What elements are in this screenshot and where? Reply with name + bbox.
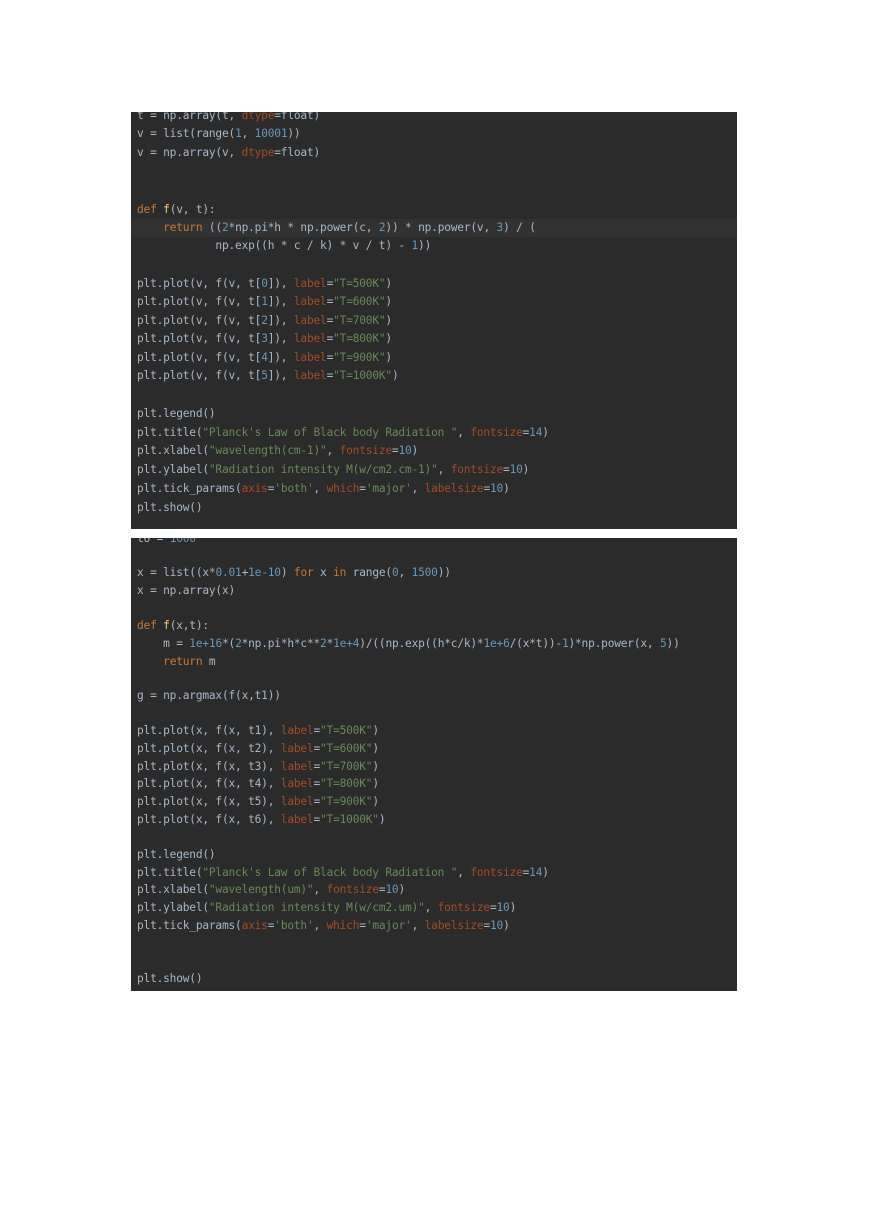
code-line[interactable]: v = np.array(v, dtype=float)	[137, 146, 320, 160]
code-line[interactable]: plt.plot(x, f(x, t4), label="T=800K")	[137, 777, 379, 791]
code-line[interactable]: plt.plot(v, f(v, t[1]), label="T=600K")	[137, 295, 392, 309]
code-editor-panel-top[interactable]: t = np.array(t, dtype=float) v = list(ran…	[131, 112, 737, 529]
code-line[interactable]: plt.plot(v, f(v, t[0]), label="T=500K")	[137, 277, 392, 291]
code-line[interactable]: t6 = 1000	[137, 538, 196, 546]
code-line[interactable]: np.exp((h * c / k) * v / t) - 1))	[137, 239, 431, 253]
code-line[interactable]: v = list(range(1, 10001))	[137, 127, 301, 141]
code-line[interactable]: plt.plot(x, f(x, t3), label="T=700K")	[137, 760, 379, 774]
code-line[interactable]: plt.xlabel("wavelength(um)", fontsize=10…	[137, 883, 405, 897]
code-line[interactable]: def f(v, t):	[137, 203, 216, 217]
code-line[interactable]: plt.plot(x, f(x, t6), label="T=1000K")	[137, 813, 386, 827]
code-line[interactable]: m = 1e+16*(2*np.pi*h*c**2*1e+4)/((np.exp…	[137, 637, 680, 651]
code-line[interactable]: plt.tick_params(axis='both', which='majo…	[137, 919, 510, 933]
code-line[interactable]: g = np.argmax(f(x,t1))	[137, 689, 281, 703]
code-line[interactable]: plt.plot(x, f(x, t5), label="T=900K")	[137, 795, 379, 809]
code-line[interactable]: plt.plot(v, f(v, t[5]), label="T=1000K")	[137, 369, 399, 383]
code-line[interactable]: plt.legend()	[137, 848, 216, 862]
code-line[interactable]: plt.plot(x, f(x, t1), label="T=500K")	[137, 724, 379, 738]
code-line[interactable]: def f(x,t):	[137, 619, 209, 633]
code-line[interactable]: plt.show()	[137, 972, 203, 986]
code-line[interactable]: return ((2*np.pi*h * np.power(c, 2)) * n…	[137, 221, 536, 235]
code-line[interactable]: plt.ylabel("Radiation intensity M(w/cm2.…	[137, 901, 516, 915]
code-line[interactable]: plt.title("Planck's Law of Black body Ra…	[137, 426, 549, 440]
code-editor-panel-bottom[interactable]: t6 = 1000 x = list((x*0.01+1e-10) for x i…	[131, 538, 737, 991]
code-line[interactable]: plt.plot(v, f(v, t[2]), label="T=700K")	[137, 314, 392, 328]
code-line[interactable]: plt.title("Planck's Law of Black body Ra…	[137, 866, 549, 880]
code-line[interactable]: plt.legend()	[137, 407, 216, 421]
code-line[interactable]: x = list((x*0.01+1e-10) for x in range(0…	[137, 566, 451, 580]
code-line[interactable]: plt.show()	[137, 501, 203, 515]
code-line[interactable]: plt.tick_params(axis='both', which='majo…	[137, 482, 510, 496]
code-line[interactable]: return m	[137, 655, 215, 669]
code-line[interactable]: plt.ylabel("Radiation intensity M(w/cm2.…	[137, 463, 529, 477]
code-line[interactable]: plt.plot(v, f(v, t[4]), label="T=900K")	[137, 351, 392, 365]
code-line[interactable]: t = np.array(t, dtype=float)	[137, 112, 320, 123]
code-line[interactable]: plt.plot(v, f(v, t[3]), label="T=800K")	[137, 332, 392, 346]
code-line[interactable]: plt.plot(x, f(x, t2), label="T=600K")	[137, 742, 379, 756]
code-line[interactable]: plt.xlabel("wavelength(cm-1)", fontsize=…	[137, 444, 418, 458]
code-line[interactable]: x = np.array(x)	[137, 584, 235, 598]
